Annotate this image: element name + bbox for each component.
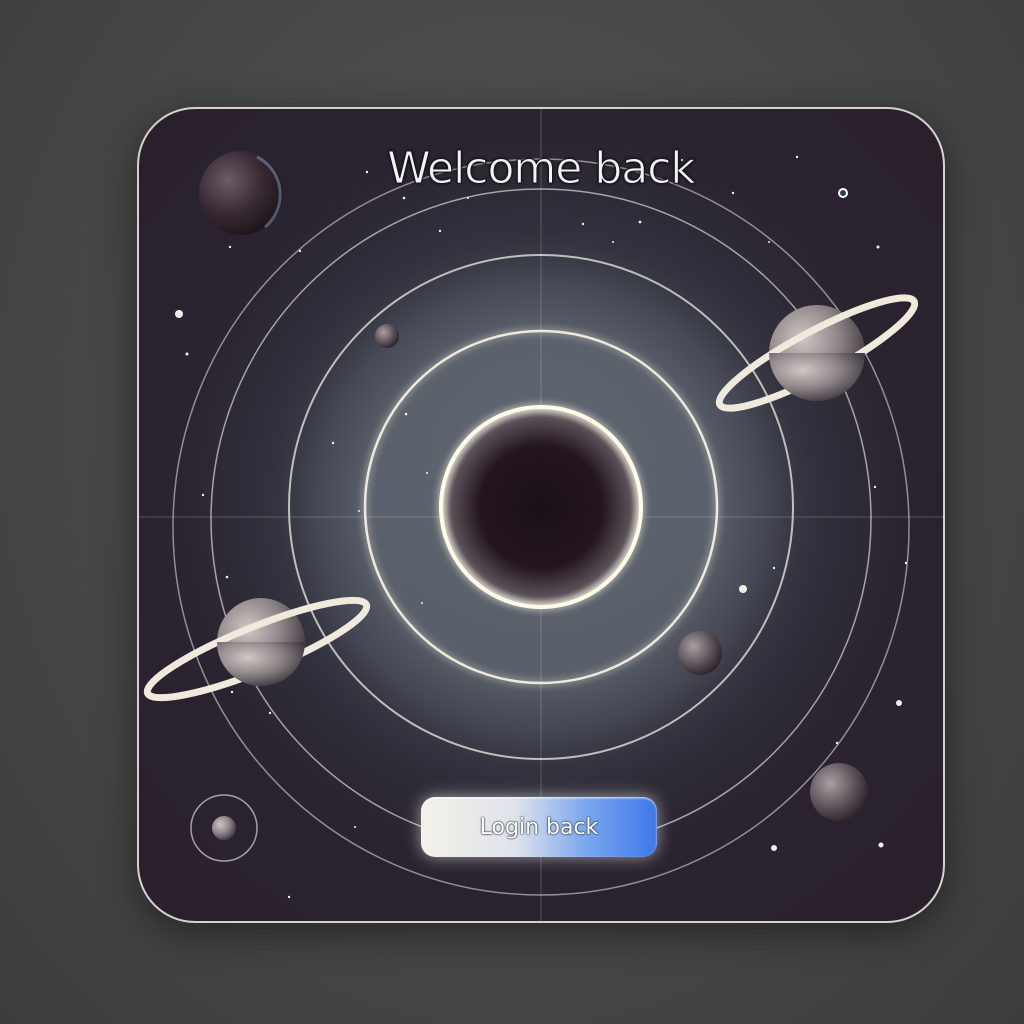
moon-icon [678,631,722,675]
page-title: Welcome back [387,143,697,195]
planet-icon [810,763,868,821]
login-card: Welcome back Login back [137,107,945,923]
moon-icon [375,324,399,348]
login-back-button[interactable]: Login back [421,797,657,857]
planet-icon [190,794,258,862]
